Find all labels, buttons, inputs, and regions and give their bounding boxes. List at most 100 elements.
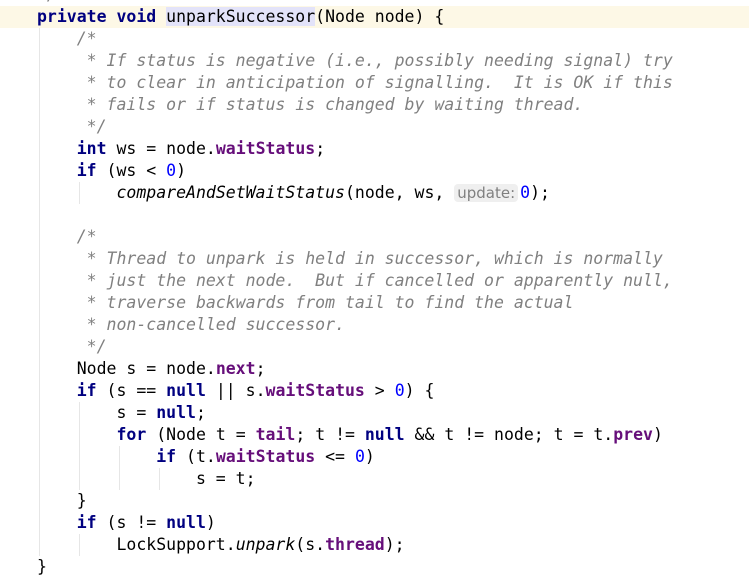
code-line-content: if (t.waitStatus <= 0) [37, 446, 375, 468]
code-line[interactable]: } [0, 556, 749, 578]
code-line[interactable]: * If status is negative (i.e., possibly … [0, 50, 749, 72]
code-line[interactable]: * Thread to unpark is held in successor,… [0, 248, 749, 270]
code-text: > [364, 381, 395, 400]
keyword: null [364, 425, 405, 444]
code-text: s = t; [37, 469, 256, 488]
keyword: null [166, 381, 206, 400]
code-line-content: * If status is negative (i.e., possibly … [37, 50, 673, 72]
code-text: || s. [205, 381, 266, 400]
code-line-content: * just the next node. But if cancelled o… [37, 270, 673, 292]
code-line-content: */ [37, 116, 107, 138]
code-text: ) [176, 161, 187, 180]
comment-text: */ [37, 337, 107, 356]
code-text: ) [364, 447, 375, 466]
code-line[interactable]: * traverse backwards from tail to find t… [0, 292, 749, 314]
keyword: int [76, 139, 107, 158]
code-line[interactable]: int ws = node.waitStatus; [0, 138, 749, 160]
code-line[interactable]: */ [0, 336, 749, 358]
field-ref: prev [613, 425, 653, 444]
code-line[interactable]: Node s = node.next; [0, 358, 749, 380]
comment-text: * just the next node. But if cancelled o… [37, 271, 673, 290]
number-literal: 0 [166, 161, 177, 180]
code-line[interactable]: if (s != null) [0, 512, 749, 534]
comment-text: * fails or if status is changed by waiti… [37, 95, 584, 114]
keyword: if [156, 447, 177, 466]
keyword: if [76, 381, 97, 400]
code-line-content: private void unparkSuccessor(Node node) … [37, 6, 444, 28]
field-ref: tail [255, 425, 296, 444]
number-literal: 0 [394, 381, 405, 400]
comment-text: * to clear in anticipation of signalling… [37, 73, 673, 92]
code-line-content: int ws = node.waitStatus; [37, 138, 325, 160]
code-line[interactable]: if (s == null || s.waitStatus > 0) { [0, 380, 749, 402]
code-text: (s == [96, 381, 167, 400]
code-line[interactable]: */ [0, 116, 749, 138]
parameter-hint: update: [454, 184, 519, 202]
code-line[interactable]: compareAndSetWaitStatus(node, ws, update… [0, 182, 749, 204]
code-line-content: for (Node t = tail; t != null && t != no… [37, 424, 663, 446]
code-line[interactable] [0, 204, 749, 226]
code-text: ; [255, 359, 266, 378]
code-line-content: */ [37, 336, 107, 358]
comment-text: /* [37, 29, 97, 48]
keyword: null [166, 513, 206, 532]
number-literal: 0 [354, 447, 365, 466]
code-line-content: } [37, 490, 87, 512]
code-line[interactable]: * just the next node. But if cancelled o… [0, 270, 749, 292]
keyword: private void [37, 7, 167, 26]
code-line[interactable]: if (ws < 0) [0, 160, 749, 182]
comment-text: * If status is negative (i.e., possibly … [37, 51, 673, 70]
field-ref: waitStatus [265, 381, 365, 400]
code-text: s = [37, 403, 157, 422]
code-text: (Node node) { [315, 7, 445, 26]
code-line-content: * Thread to unpark is held in successor,… [37, 248, 663, 270]
code-line-content: compareAndSetWaitStatus(node, ws, update… [37, 182, 550, 204]
code-line[interactable]: * non-cancelled successor. [0, 314, 749, 336]
comment-text: /* [37, 227, 97, 246]
code-line-content: * traverse backwards from tail to find t… [37, 292, 574, 314]
method-name: unparkSuccessor [166, 7, 316, 26]
code-text: } [37, 491, 87, 510]
code-line[interactable]: /* [0, 28, 749, 50]
code-text: ) [205, 513, 216, 532]
code-line[interactable]: * to clear in anticipation of signalling… [0, 72, 749, 94]
code-line-content: s = t; [37, 468, 256, 490]
code-line[interactable]: if (t.waitStatus <= 0) [0, 446, 749, 468]
keyword: if [76, 513, 97, 532]
code-line[interactable]: * fails or if status is changed by waiti… [0, 94, 749, 116]
code-text: (Node t = [146, 425, 256, 444]
code-text: ) [653, 425, 663, 444]
code-text: ; [315, 139, 326, 158]
code-line-content: * fails or if status is changed by waiti… [37, 94, 584, 116]
code-line[interactable]: } [0, 490, 749, 512]
code-line-content: Node s = node.next; [37, 358, 266, 380]
code-line[interactable]: LockSupport.unpark(s.thread); [0, 534, 749, 556]
code-editor[interactable]: */ private void unparkSuccessor(Node nod… [0, 0, 749, 587]
code-line-content: /* [37, 226, 97, 248]
field-ref: waitStatus [215, 139, 316, 158]
comment-text: * Thread to unpark is held in successor,… [37, 249, 663, 268]
field-ref: next [215, 359, 256, 378]
code-line-content: LockSupport.unpark(s.thread); [37, 534, 405, 556]
code-text: ); [530, 183, 550, 202]
comment-text: * non-cancelled successor. [37, 315, 345, 334]
code-text: Node s = node. [37, 359, 216, 378]
field-ref: thread [325, 535, 385, 554]
code-line[interactable]: private void unparkSuccessor(Node node) … [0, 6, 749, 28]
code-line[interactable]: for (Node t = tail; t != null && t != no… [0, 424, 749, 446]
code-line[interactable]: s = t; [0, 468, 749, 490]
code-text: LockSupport. [37, 535, 236, 554]
code-text: ) { [404, 381, 435, 400]
code-line[interactable]: /* [0, 226, 749, 248]
code-text: ); [384, 535, 405, 554]
number-literal: 0 [520, 183, 531, 202]
code-line-content: * non-cancelled successor. [37, 314, 345, 336]
code-line[interactable]: s = null; [0, 402, 749, 424]
code-line-content: s = null; [37, 402, 205, 424]
code-text: <= [315, 447, 355, 466]
